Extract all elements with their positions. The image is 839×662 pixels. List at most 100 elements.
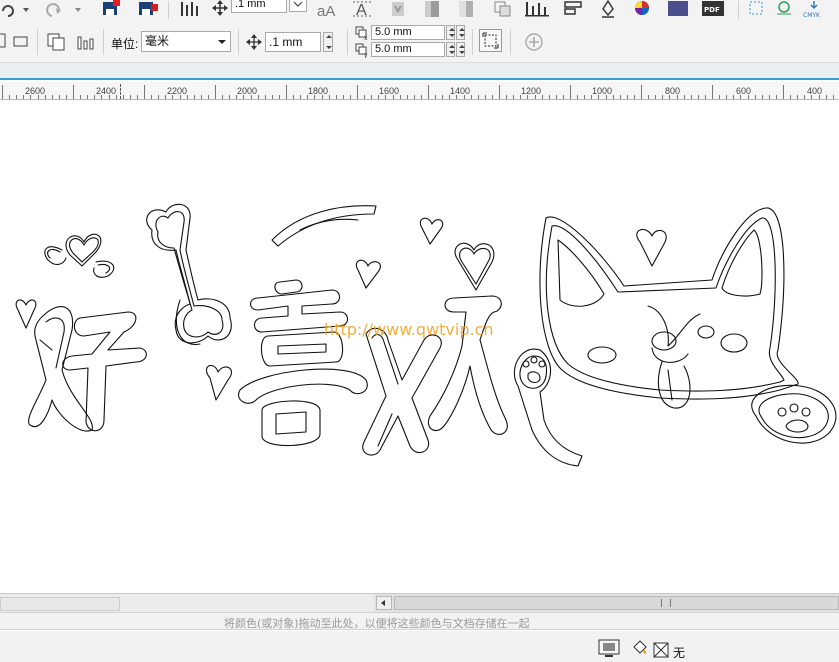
chevron-down-icon[interactable] xyxy=(74,6,82,14)
fill-swatch-icon[interactable] xyxy=(666,0,690,18)
ruler-minor-tick xyxy=(300,95,302,99)
duplicate-y-field[interactable]: 5.0 mm xyxy=(371,42,445,57)
ruler-minor-tick xyxy=(321,95,323,99)
ruler-minor-tick xyxy=(335,95,337,99)
nudge-dropdown[interactable] xyxy=(289,0,307,12)
distribute-icon[interactable] xyxy=(524,0,552,18)
chevron-down-icon[interactable] xyxy=(22,6,30,14)
ruler-minor-tick xyxy=(690,95,692,99)
scroll-thumb[interactable] xyxy=(394,596,839,610)
import-icon[interactable] xyxy=(100,0,122,18)
ruler-minor-tick xyxy=(740,95,742,99)
ruler-minor-tick xyxy=(307,95,309,99)
ruler-minor-tick xyxy=(236,95,238,99)
units-select[interactable]: 毫米 xyxy=(141,31,231,52)
ruler-minor-tick xyxy=(683,95,685,99)
document-palette[interactable]: 将颜色(或对象)拖动至此处，以便将这些颜色与文档存储在一起 xyxy=(0,612,839,630)
status-bar: 无 xyxy=(0,631,839,662)
ruler-minor-tick xyxy=(293,95,295,99)
order-icon[interactable] xyxy=(562,0,586,18)
palette-hint-text: 将颜色(或对象)拖动至此处，以便将这些颜色与文档存储在一起 xyxy=(224,617,530,630)
all-pages-icon[interactable] xyxy=(45,31,69,53)
artwork[interactable]: http://www.qwtvip.cn xyxy=(0,100,839,593)
ruler-minor-tick xyxy=(449,95,451,99)
duplicate-y-spinner-up[interactable] xyxy=(456,42,465,57)
chevron-down-icon xyxy=(218,40,226,44)
gradient-icon[interactable] xyxy=(422,0,442,18)
text-aA-icon[interactable]: aA xyxy=(316,0,342,18)
color-proof-icon[interactable] xyxy=(774,0,794,18)
transparency-icon[interactable] xyxy=(388,0,408,18)
ruler-minor-tick xyxy=(768,95,770,99)
ruler-tick: 2200 xyxy=(167,86,188,96)
pdf-icon[interactable]: PDF xyxy=(700,0,726,18)
ruler-minor-tick xyxy=(591,95,593,99)
gradient-icon-2[interactable] xyxy=(456,0,476,18)
duplicate-y-spinner-down[interactable] xyxy=(446,42,455,57)
cmyk-icon[interactable]: CMYK xyxy=(802,0,826,18)
ruler-minor-tick xyxy=(477,95,479,99)
scroll-grip xyxy=(661,599,671,607)
align-icon[interactable] xyxy=(178,0,204,18)
nudge-offset-field[interactable]: .1 mm xyxy=(231,0,287,13)
heart-shape xyxy=(355,259,381,289)
portrait-icon[interactable] xyxy=(0,33,6,49)
ruler-minor-tick xyxy=(662,95,664,99)
ruler-minor-tick xyxy=(399,95,401,99)
ruler-minor-tick xyxy=(811,95,813,99)
ruler-minor-tick xyxy=(222,95,224,99)
duplicate-x-spinner-up[interactable] xyxy=(456,25,465,40)
ruler-minor-tick xyxy=(193,95,195,99)
ruler-minor-tick xyxy=(584,95,586,99)
current-page-icon[interactable] xyxy=(75,31,99,53)
paw-print xyxy=(751,384,837,444)
ruler-minor-tick xyxy=(747,95,749,99)
copy-properties-icon[interactable] xyxy=(492,0,514,18)
ruler-minor-tick xyxy=(548,95,550,99)
page-tab-separator xyxy=(0,597,120,611)
duplicate-x-field[interactable]: 5.0 mm xyxy=(371,25,445,40)
color-wheel-icon[interactable] xyxy=(632,0,656,18)
ruler-minor-tick xyxy=(158,95,160,99)
duplicate-x-spinner-down[interactable] xyxy=(446,25,455,40)
swoosh-stroke xyxy=(271,205,377,247)
ruler-minor-tick xyxy=(818,95,820,99)
text-A-icon[interactable]: A xyxy=(350,0,376,18)
landscape-icon[interactable] xyxy=(12,35,30,49)
ruler-minor-tick xyxy=(605,95,607,99)
crop-marks-icon[interactable] xyxy=(746,0,766,18)
fill-bucket-icon[interactable] xyxy=(630,639,650,659)
ruler-minor-tick xyxy=(264,95,266,99)
ruler-minor-tick xyxy=(641,85,642,99)
ruler-minor-tick xyxy=(94,95,96,99)
redo-icon[interactable] xyxy=(44,2,64,18)
scroll-left-button[interactable] xyxy=(376,596,392,610)
no-fill-icon[interactable] xyxy=(653,642,669,658)
nudge-distance-spinner[interactable] xyxy=(323,32,333,52)
ruler-minor-tick xyxy=(754,95,756,99)
ruler-minor-tick xyxy=(825,95,827,99)
ruler-minor-tick xyxy=(65,95,67,99)
ruler-tick: 2600 xyxy=(25,86,46,96)
page-border-icon[interactable] xyxy=(479,29,503,53)
ruler-minor-tick xyxy=(555,95,557,99)
ruler-minor-tick xyxy=(286,85,287,99)
ruler-minor-tick xyxy=(243,95,245,99)
pen-icon[interactable] xyxy=(598,0,618,18)
ruler-tick: 800 xyxy=(665,86,681,96)
ruler-minor-tick xyxy=(392,95,394,99)
undo-icon[interactable] xyxy=(0,2,16,18)
ruler-minor-tick xyxy=(371,95,373,99)
export-icon[interactable] xyxy=(136,0,160,18)
swoosh-stroke xyxy=(299,218,359,231)
drawing-canvas[interactable]: http://www.qwtvip.cn xyxy=(0,100,839,593)
glyph-xi-bone xyxy=(146,203,232,346)
monitor-icon[interactable] xyxy=(598,639,620,659)
nudge-distance-field[interactable]: .1 mm xyxy=(265,32,321,52)
ruler-minor-tick xyxy=(2,85,3,99)
ruler-minor-tick xyxy=(215,85,216,99)
add-plus-icon[interactable] xyxy=(524,32,544,52)
svg-text:x: x xyxy=(364,35,368,41)
horizontal-ruler[interactable]: 2600 2400 2200 2000 1800 1600 1400 1200 … xyxy=(0,82,839,100)
property-bar: 单位: 毫米 .1 mm x 5.0 mm y 5.0 mm xyxy=(0,21,839,63)
